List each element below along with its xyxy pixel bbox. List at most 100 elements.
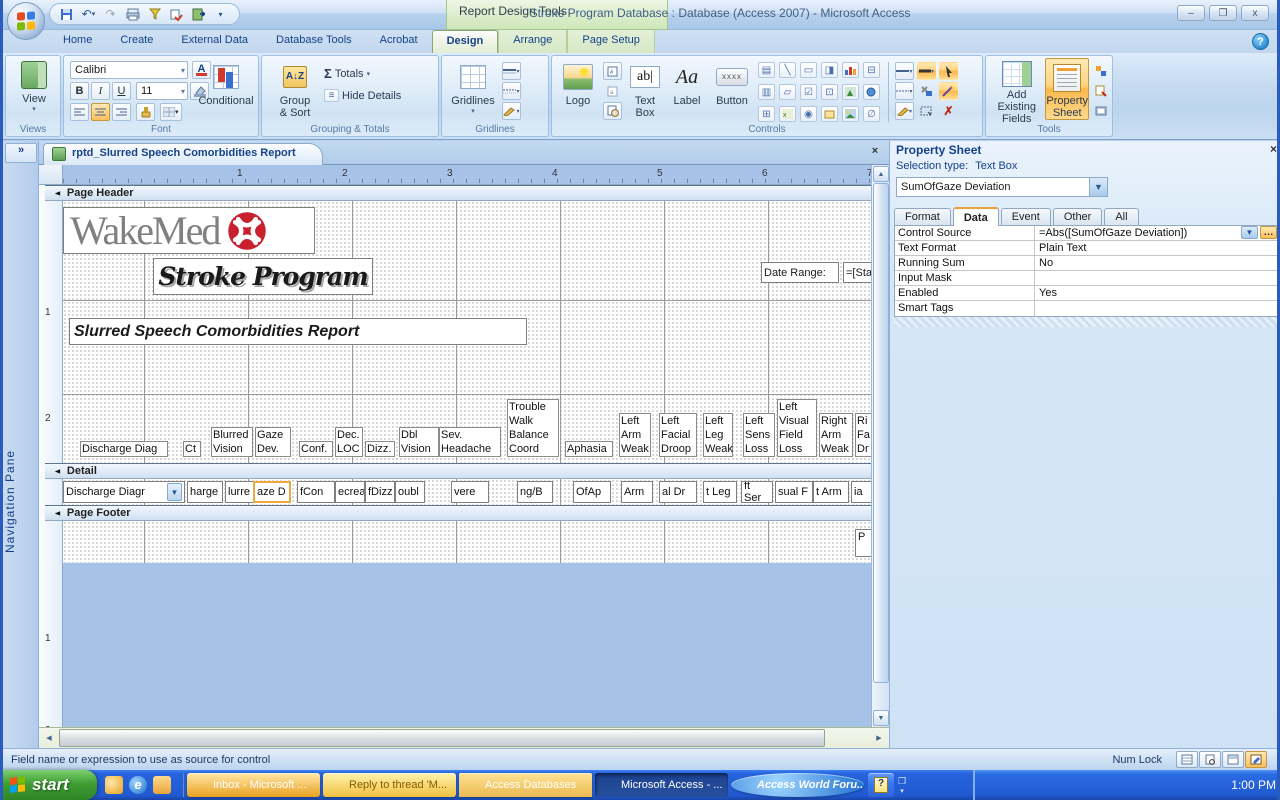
property-row[interactable]: Input Mask ▼ … xyxy=(895,271,1278,286)
gridline-style-dashed-button[interactable]: ▾ xyxy=(502,82,521,100)
line-dash-button[interactable]: ▾ xyxy=(895,82,914,100)
ribbon-tab[interactable]: External Data xyxy=(167,30,262,53)
close-property-sheet-button[interactable]: × xyxy=(1270,142,1277,156)
scroll-down-button[interactable]: ▼ xyxy=(873,710,889,726)
format-painter-button[interactable] xyxy=(136,103,155,121)
restore-button[interactable]: ❐ xyxy=(1209,5,1237,21)
scroll-up-button[interactable]: ▲ xyxy=(873,166,889,182)
detail-textbox[interactable]: fDizz ▼ xyxy=(365,481,395,503)
unbound-object-icon[interactable]: ▭ xyxy=(800,62,817,78)
tray-icon[interactable] xyxy=(1208,779,1221,792)
bound-object-icon[interactable] xyxy=(821,106,838,122)
line-thickness-button[interactable]: ▾ xyxy=(917,62,936,80)
report-tab[interactable]: rptd_Slurred Speech Comorbidities Report xyxy=(43,143,323,165)
tray-icon[interactable] xyxy=(1089,779,1102,792)
tray-icon[interactable] xyxy=(1038,779,1051,792)
customize-qat-button[interactable]: ▾ xyxy=(212,6,229,23)
detail-textbox[interactable]: OfAp ▼ xyxy=(573,481,611,503)
selected-object-combo[interactable]: SumOfGaze Deviation ▼ xyxy=(896,177,1108,197)
property-value[interactable]: Yes ▼ … xyxy=(1035,286,1278,300)
tray-icon[interactable] xyxy=(1174,779,1187,792)
align-right-button[interactable] xyxy=(112,103,131,121)
property-value[interactable]: ▼ … xyxy=(1035,271,1278,285)
underline-button[interactable]: U xyxy=(112,82,131,100)
convert-macros-icon[interactable] xyxy=(1091,102,1110,120)
font-name-select[interactable]: Calibri▾ xyxy=(70,61,188,79)
print-button[interactable] xyxy=(124,6,141,23)
expand-navigation-pane-button[interactable]: » xyxy=(5,143,37,163)
column-header-label[interactable]: Left Facial Droop xyxy=(659,413,697,457)
tab-control-icon[interactable]: ⊞ xyxy=(758,106,775,122)
toggle-button-icon[interactable]: ◨ xyxy=(821,62,838,78)
horizontal-scrollbar-thumb[interactable] xyxy=(59,729,825,747)
property-value[interactable]: No ▼ … xyxy=(1035,256,1278,270)
tray-icon[interactable] xyxy=(1021,779,1034,792)
hyperlink-icon[interactable] xyxy=(863,84,880,100)
detail-textbox[interactable]: lurre ▼ xyxy=(225,481,255,503)
design-view-button[interactable] xyxy=(1245,751,1267,768)
line-color-button[interactable]: ▾ xyxy=(895,102,914,120)
taskbar-task-button[interactable]: Access Databases xyxy=(459,773,592,797)
font-size-select[interactable]: 11▾ xyxy=(136,82,188,100)
column-header-label[interactable]: Gaze Dev. xyxy=(255,427,291,457)
page-header-section-bar[interactable]: ◄ Page Header xyxy=(45,185,871,201)
line-type-button[interactable]: ▾ xyxy=(895,62,914,80)
set-defaults-button[interactable] xyxy=(917,82,936,100)
remove-control-button[interactable]: ✗ xyxy=(939,102,958,120)
tray-icon[interactable] xyxy=(1072,779,1085,792)
stroke-program-label[interactable]: Stroke Program xyxy=(153,258,373,295)
navigation-pane-collapsed[interactable]: » Navigation Pane xyxy=(3,141,39,748)
column-header-label[interactable]: Aphasia xyxy=(565,441,613,457)
report-title-label[interactable]: Slurred Speech Comorbidities Report xyxy=(69,318,527,345)
horizontal-ruler[interactable]: 1234567 xyxy=(63,165,871,185)
conditional-button[interactable]: Conditional xyxy=(196,58,256,122)
vertical-ruler[interactable]: 1212 xyxy=(39,185,63,727)
select-all-button[interactable] xyxy=(917,102,936,120)
group-sort-button[interactable]: A↓Z Group & Sort xyxy=(266,58,324,122)
detail-textbox[interactable]: ng/B ▼ xyxy=(517,481,553,503)
column-header-label[interactable]: Dec. LOC xyxy=(335,427,363,457)
minimize-button[interactable]: – xyxy=(1177,5,1205,21)
tray-icon[interactable] xyxy=(1004,779,1017,792)
ribbon-tab[interactable]: Acrobat xyxy=(366,30,432,53)
option-group-icon[interactable]: x xyxy=(779,106,796,122)
rectangle-icon[interactable]: ▱ xyxy=(779,84,796,100)
logo-button[interactable]: Logo xyxy=(556,58,600,122)
picture-icon[interactable] xyxy=(842,106,859,122)
horizontal-scrollbar[interactable]: ◀ ▶ xyxy=(39,727,889,748)
page-footer-band[interactable]: P xyxy=(63,521,871,563)
combo-dropdown-icon[interactable]: ▼ xyxy=(167,483,182,501)
ribbon-tab[interactable]: Database Tools xyxy=(262,30,366,53)
property-sheet-tab[interactable]: All xyxy=(1104,208,1138,225)
tray-icon[interactable] xyxy=(1157,779,1170,792)
tray-icon[interactable] xyxy=(1191,779,1204,792)
gridline-color-button[interactable]: ▾ xyxy=(160,103,182,121)
property-value[interactable]: =Abs([SumOfGaze Deviation]) ▼ … xyxy=(1035,226,1278,240)
column-header-label[interactable]: Dizz. xyxy=(365,441,395,457)
detail-textbox[interactable]: al Dr ▼ xyxy=(659,481,697,503)
date-range-label[interactable]: Date Range: xyxy=(761,262,839,283)
close-button[interactable]: x xyxy=(1241,5,1269,21)
filter-button[interactable] xyxy=(146,6,163,23)
tray-icon[interactable] xyxy=(1140,779,1153,792)
tab-order-icon[interactable] xyxy=(1091,62,1110,80)
column-header-label[interactable]: Left Sens Loss xyxy=(743,413,775,457)
hide-details-button[interactable]: ≡ Hide Details xyxy=(324,89,401,102)
column-header-label[interactable]: Blurred Vision xyxy=(211,427,253,457)
column-header-label[interactable]: Right Arm Weak xyxy=(819,413,853,457)
ribbon-tab[interactable]: Arrange xyxy=(498,30,567,53)
detail-section-bar[interactable]: ◄ Detail xyxy=(45,463,871,479)
combo-box-icon[interactable]: ▤ xyxy=(758,62,775,78)
gridlines-button[interactable]: Gridlines ▾ xyxy=(444,58,502,122)
save-button[interactable] xyxy=(58,6,75,23)
line-icon[interactable]: ╲ xyxy=(779,62,796,78)
select-pointer-button[interactable] xyxy=(939,62,958,80)
help-window-task[interactable]: ? xyxy=(868,773,894,797)
column-header-label[interactable]: Left Leg Weak xyxy=(703,413,733,457)
wakemed-logo[interactable]: WakeMed xyxy=(63,207,315,254)
detail-textbox[interactable]: oubl ▼ xyxy=(395,481,425,503)
quick-launch-icon-2[interactable] xyxy=(153,776,171,794)
column-header-label[interactable]: Ri Fa Dr xyxy=(855,413,871,457)
scroll-left-button[interactable]: ◀ xyxy=(41,730,57,746)
detail-textbox[interactable]: Discharge Diagr ▼ xyxy=(63,481,185,503)
